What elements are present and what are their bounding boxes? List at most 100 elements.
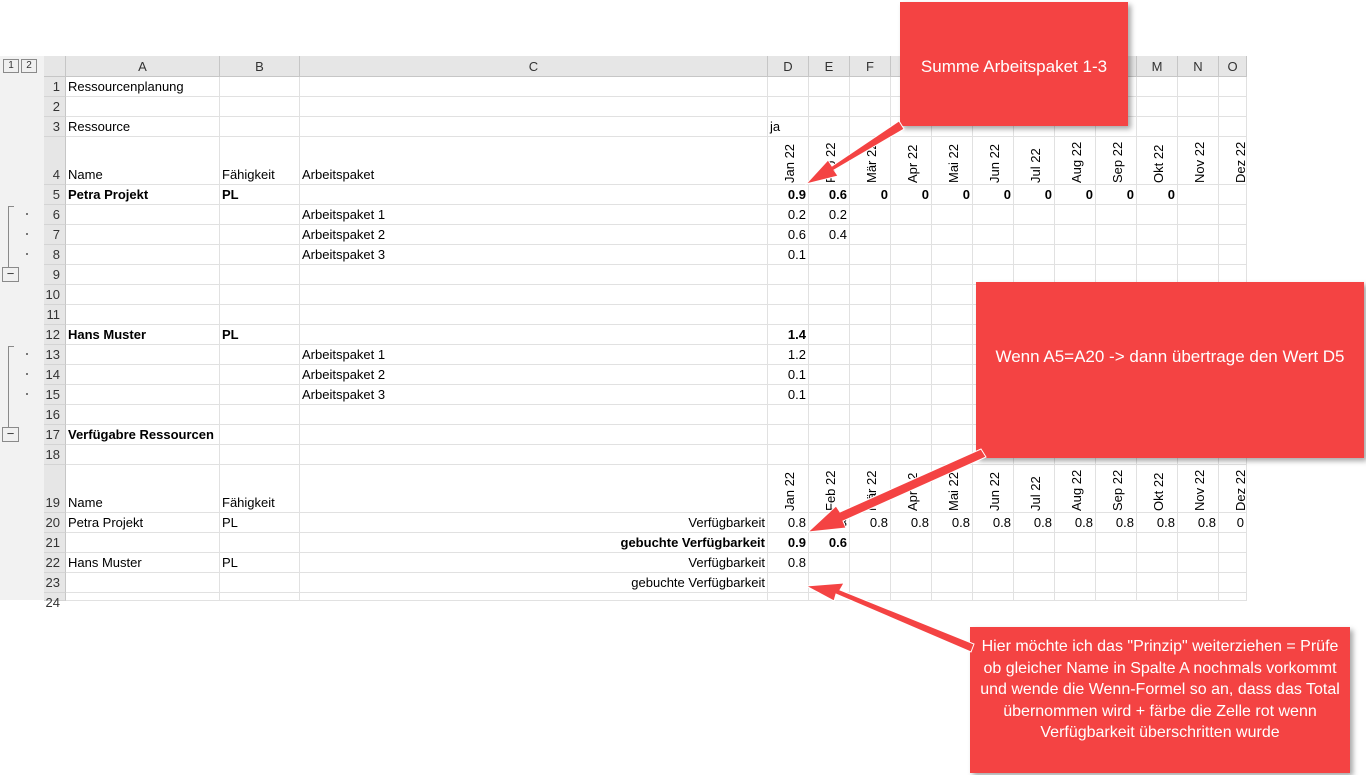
cell-m20[interactable]: 0.8: [1137, 513, 1178, 533]
cell-o3[interactable]: [1219, 117, 1247, 137]
cell-a9[interactable]: [66, 265, 220, 285]
cell-m21[interactable]: [1137, 533, 1178, 553]
cell-d22[interactable]: 0.8: [768, 553, 809, 573]
cell-k24[interactable]: [1055, 593, 1096, 601]
cell-e5[interactable]: 0.6: [809, 185, 850, 205]
cell-f9[interactable]: [850, 265, 891, 285]
cell-i8[interactable]: [973, 245, 1014, 265]
cell-d18[interactable]: [768, 445, 809, 465]
outline-collapse-button[interactable]: −: [2, 267, 19, 282]
cell-k20[interactable]: 0.8: [1055, 513, 1096, 533]
cell-c6[interactable]: Arbeitspaket 1: [300, 205, 768, 225]
cell-a8[interactable]: [66, 245, 220, 265]
cell-g13[interactable]: [891, 345, 932, 365]
cell-e16[interactable]: [809, 405, 850, 425]
cell-g17[interactable]: [891, 425, 932, 445]
cell-f8[interactable]: [850, 245, 891, 265]
cell-a18[interactable]: [66, 445, 220, 465]
row-header-11[interactable]: 11: [44, 305, 66, 325]
cell-d23[interactable]: [768, 573, 809, 593]
cell-b2[interactable]: [220, 97, 300, 117]
cell-j7[interactable]: [1014, 225, 1055, 245]
row-header-23[interactable]: 23: [44, 573, 66, 593]
cell-n7[interactable]: [1178, 225, 1219, 245]
cell-e3[interactable]: [809, 117, 850, 137]
cell-h17[interactable]: [932, 425, 973, 445]
row-header-15[interactable]: 15: [44, 385, 66, 405]
cell-c2[interactable]: [300, 97, 768, 117]
cell-e11[interactable]: [809, 305, 850, 325]
cell-a10[interactable]: [66, 285, 220, 305]
cell-k8[interactable]: [1055, 245, 1096, 265]
cell-d2[interactable]: [768, 97, 809, 117]
cell-k7[interactable]: [1055, 225, 1096, 245]
cell-m22[interactable]: [1137, 553, 1178, 573]
cell-d10[interactable]: [768, 285, 809, 305]
outline-level-1-button[interactable]: 1: [3, 59, 19, 73]
cell-b17[interactable]: [220, 425, 300, 445]
cell-a11[interactable]: [66, 305, 220, 325]
cell-k21[interactable]: [1055, 533, 1096, 553]
cell-f23[interactable]: [850, 573, 891, 593]
cell-f15[interactable]: [850, 385, 891, 405]
cell-c18[interactable]: [300, 445, 768, 465]
cell-d3[interactable]: ja: [768, 117, 809, 137]
cell-f5[interactable]: 0: [850, 185, 891, 205]
cell-f2[interactable]: [850, 97, 891, 117]
cell-g7[interactable]: [891, 225, 932, 245]
cell-c3[interactable]: [300, 117, 768, 137]
cell-o22[interactable]: [1219, 553, 1247, 573]
cell-j8[interactable]: [1014, 245, 1055, 265]
cell-e24[interactable]: [809, 593, 850, 601]
cell-j20[interactable]: 0.8: [1014, 513, 1055, 533]
cell-a5[interactable]: Petra Projekt: [66, 185, 220, 205]
cell-g10[interactable]: [891, 285, 932, 305]
cell-g6[interactable]: [891, 205, 932, 225]
cell-c23[interactable]: gebuchte Verfügbarkeit: [300, 573, 768, 593]
cell-e12[interactable]: [809, 325, 850, 345]
cell-c8[interactable]: Arbeitspaket 3: [300, 245, 768, 265]
cell-b22[interactable]: PL: [220, 553, 300, 573]
cell-o20[interactable]: 0: [1219, 513, 1247, 533]
cell-h16[interactable]: [932, 405, 973, 425]
cell-c24[interactable]: [300, 593, 768, 601]
cell-j21[interactable]: [1014, 533, 1055, 553]
cell-f18[interactable]: [850, 445, 891, 465]
row-header-10[interactable]: 10: [44, 285, 66, 305]
cell-b10[interactable]: [220, 285, 300, 305]
cell-n1[interactable]: [1178, 77, 1219, 97]
cell-g16[interactable]: [891, 405, 932, 425]
cell-f22[interactable]: [850, 553, 891, 573]
cell-e1[interactable]: [809, 77, 850, 97]
cell-h22[interactable]: [932, 553, 973, 573]
cell-n6[interactable]: [1178, 205, 1219, 225]
cell-b9[interactable]: [220, 265, 300, 285]
cell-g11[interactable]: [891, 305, 932, 325]
cell-a6[interactable]: [66, 205, 220, 225]
cell-d11[interactable]: [768, 305, 809, 325]
cell-e17[interactable]: [809, 425, 850, 445]
cell-b4[interactable]: Fähigkeit: [220, 137, 300, 185]
cell-l20[interactable]: 0.8: [1096, 513, 1137, 533]
cell-c11[interactable]: [300, 305, 768, 325]
cell-f10[interactable]: [850, 285, 891, 305]
cell-a4[interactable]: Name: [66, 137, 220, 185]
cell-d8[interactable]: 0.1: [768, 245, 809, 265]
cell-o24[interactable]: [1219, 593, 1247, 601]
row-header-5[interactable]: 5: [44, 185, 66, 205]
cell-c21[interactable]: gebuchte Verfügbarkeit: [300, 533, 768, 553]
row-header-3[interactable]: 3: [44, 117, 66, 137]
cell-g24[interactable]: [891, 593, 932, 601]
cell-e10[interactable]: [809, 285, 850, 305]
cell-i23[interactable]: [973, 573, 1014, 593]
cell-e22[interactable]: [809, 553, 850, 573]
column-header-b[interactable]: B: [220, 56, 300, 77]
cell-n22[interactable]: [1178, 553, 1219, 573]
cell-a1[interactable]: Ressourcenplanung: [66, 77, 220, 97]
cell-a21[interactable]: [66, 533, 220, 553]
cell-f3[interactable]: [850, 117, 891, 137]
cell-a15[interactable]: [66, 385, 220, 405]
cell-j5[interactable]: 0: [1014, 185, 1055, 205]
cell-h8[interactable]: [932, 245, 973, 265]
cell-d15[interactable]: 0.1: [768, 385, 809, 405]
